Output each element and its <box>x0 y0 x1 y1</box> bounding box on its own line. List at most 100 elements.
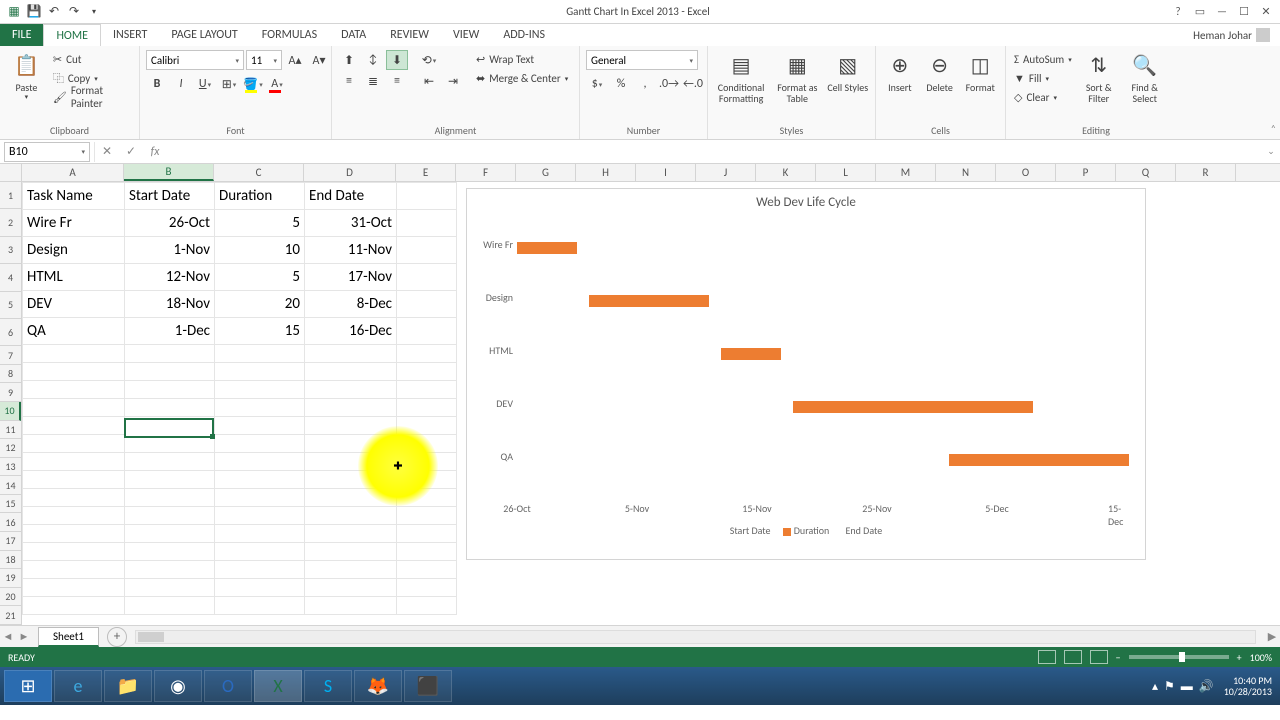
zoom-level[interactable]: 100% <box>1250 651 1272 664</box>
cell[interactable]: DEV <box>23 291 125 318</box>
border-button[interactable]: ⊞ <box>218 74 240 94</box>
cell[interactable]: 26-Oct <box>125 210 215 237</box>
fill-color-button[interactable]: 🪣 <box>242 74 264 94</box>
cell[interactable] <box>125 345 215 363</box>
cell[interactable] <box>397 264 457 291</box>
row-header-3[interactable]: 3 <box>0 237 21 264</box>
taskbar-ie-icon[interactable]: e <box>54 670 102 702</box>
italic-button[interactable]: I <box>170 74 192 94</box>
chart-legend[interactable]: Start Date Duration End Date <box>467 520 1145 545</box>
cell[interactable]: HTML <box>23 264 125 291</box>
row-header-2[interactable]: 2 <box>0 209 21 236</box>
col-header-H[interactable]: H <box>576 164 636 181</box>
row-header-20[interactable]: 20 <box>0 588 21 607</box>
cell[interactable] <box>397 417 457 435</box>
comma-button[interactable]: , <box>634 74 656 94</box>
scroll-right-icon[interactable]: ▶ <box>1264 630 1280 643</box>
row-header-21[interactable]: 21 <box>0 606 21 625</box>
row-header-5[interactable]: 5 <box>0 292 21 319</box>
cell[interactable]: 12-Nov <box>125 264 215 291</box>
zoom-out-button[interactable]: − <box>1116 651 1121 664</box>
cell[interactable] <box>215 381 305 399</box>
cell[interactable]: Design <box>23 237 125 264</box>
font-name-combo[interactable]: Calibri▾ <box>146 50 244 70</box>
tab-addins[interactable]: ADD-INS <box>491 24 557 46</box>
align-bottom-button[interactable]: ⬇ <box>386 50 408 70</box>
cell[interactable] <box>23 471 125 489</box>
insert-cells-button[interactable]: ⊕Insert <box>882 50 918 93</box>
orientation-button[interactable]: ⟲ <box>418 50 440 70</box>
cell-styles-button[interactable]: ▧Cell Styles <box>826 50 869 93</box>
help-icon[interactable]: ? <box>1168 3 1188 21</box>
cell[interactable] <box>305 453 397 471</box>
account-name[interactable]: Heman Johar <box>1183 24 1280 46</box>
cell[interactable] <box>125 363 215 381</box>
cell[interactable] <box>397 507 457 525</box>
col-header-Q[interactable]: Q <box>1116 164 1176 181</box>
cell[interactable] <box>125 543 215 561</box>
chart-plot-area[interactable]: Wire FrDesignHTMLDEVQA <box>517 218 1135 498</box>
cell[interactable]: End Date <box>305 183 397 210</box>
cell[interactable] <box>305 399 397 417</box>
fill-button[interactable]: ▼Fill▾ <box>1012 69 1074 87</box>
cell[interactable] <box>305 471 397 489</box>
autosum-button[interactable]: ΣAutoSum▾ <box>1012 50 1074 68</box>
expand-formula-bar-icon[interactable]: ⌄ <box>1262 146 1280 157</box>
cell[interactable] <box>23 561 125 579</box>
cell[interactable] <box>305 345 397 363</box>
cell[interactable] <box>397 399 457 417</box>
cell[interactable]: 8-Dec <box>305 291 397 318</box>
taskbar-excel-icon[interactable]: X <box>254 670 302 702</box>
row-header-10[interactable]: 10 <box>0 402 21 421</box>
cell[interactable] <box>215 363 305 381</box>
enter-formula-icon[interactable]: ✓ <box>119 142 143 162</box>
cell[interactable]: 11-Nov <box>305 237 397 264</box>
cell[interactable]: 1-Nov <box>125 237 215 264</box>
col-header-G[interactable]: G <box>516 164 576 181</box>
chart-bar[interactable] <box>949 454 1129 466</box>
zoom-in-button[interactable]: + <box>1237 651 1242 664</box>
cell[interactable] <box>397 453 457 471</box>
taskbar-skype-icon[interactable]: S <box>304 670 352 702</box>
tray-up-icon[interactable]: ▴ <box>1152 679 1158 694</box>
col-header-P[interactable]: P <box>1056 164 1116 181</box>
cell[interactable]: Task Name <box>23 183 125 210</box>
cell[interactable] <box>125 417 215 435</box>
zoom-slider[interactable] <box>1129 655 1229 659</box>
row-header-4[interactable]: 4 <box>0 264 21 291</box>
decrease-decimal-button[interactable]: ←.0 <box>682 74 704 94</box>
tab-page-layout[interactable]: PAGE LAYOUT <box>159 24 249 46</box>
cell[interactable] <box>305 543 397 561</box>
align-middle-button[interactable]: ↕ <box>362 50 384 70</box>
close-icon[interactable]: ✕ <box>1256 3 1276 21</box>
font-size-combo[interactable]: 11▾ <box>246 50 282 70</box>
align-center-button[interactable]: ≣ <box>362 71 384 91</box>
cell[interactable] <box>23 543 125 561</box>
cell[interactable] <box>23 381 125 399</box>
col-header-B[interactable]: B <box>124 164 214 181</box>
insert-function-icon[interactable]: fx <box>143 142 167 162</box>
cell[interactable] <box>215 489 305 507</box>
system-tray[interactable]: ▴ ⚑ ▬ 🔊 10:40 PM 10/28/2013 <box>1152 675 1276 697</box>
formula-input[interactable] <box>167 142 1262 162</box>
cell[interactable] <box>397 318 457 345</box>
increase-decimal-button[interactable]: .0→ <box>658 74 680 94</box>
undo-icon[interactable]: ↶ <box>46 4 62 20</box>
cell[interactable] <box>397 381 457 399</box>
cell[interactable]: Duration <box>215 183 305 210</box>
cell[interactable]: 1-Dec <box>125 318 215 345</box>
cell[interactable] <box>125 471 215 489</box>
increase-indent-button[interactable]: ⇥ <box>442 71 464 91</box>
col-header-D[interactable]: D <box>304 164 396 181</box>
grow-font-button[interactable]: A▴ <box>284 50 306 70</box>
wrap-text-button[interactable]: ↩Wrap Text <box>474 50 570 68</box>
page-break-view-button[interactable] <box>1090 650 1108 664</box>
col-header-R[interactable]: R <box>1176 164 1236 181</box>
cell[interactable]: 18-Nov <box>125 291 215 318</box>
tray-clock[interactable]: 10:40 PM 10/28/2013 <box>1220 675 1276 697</box>
cell[interactable] <box>305 417 397 435</box>
name-box[interactable]: B10▾ <box>4 142 90 162</box>
cell[interactable]: 10 <box>215 237 305 264</box>
redo-icon[interactable]: ↷ <box>66 4 82 20</box>
chart-bar[interactable] <box>589 295 709 307</box>
